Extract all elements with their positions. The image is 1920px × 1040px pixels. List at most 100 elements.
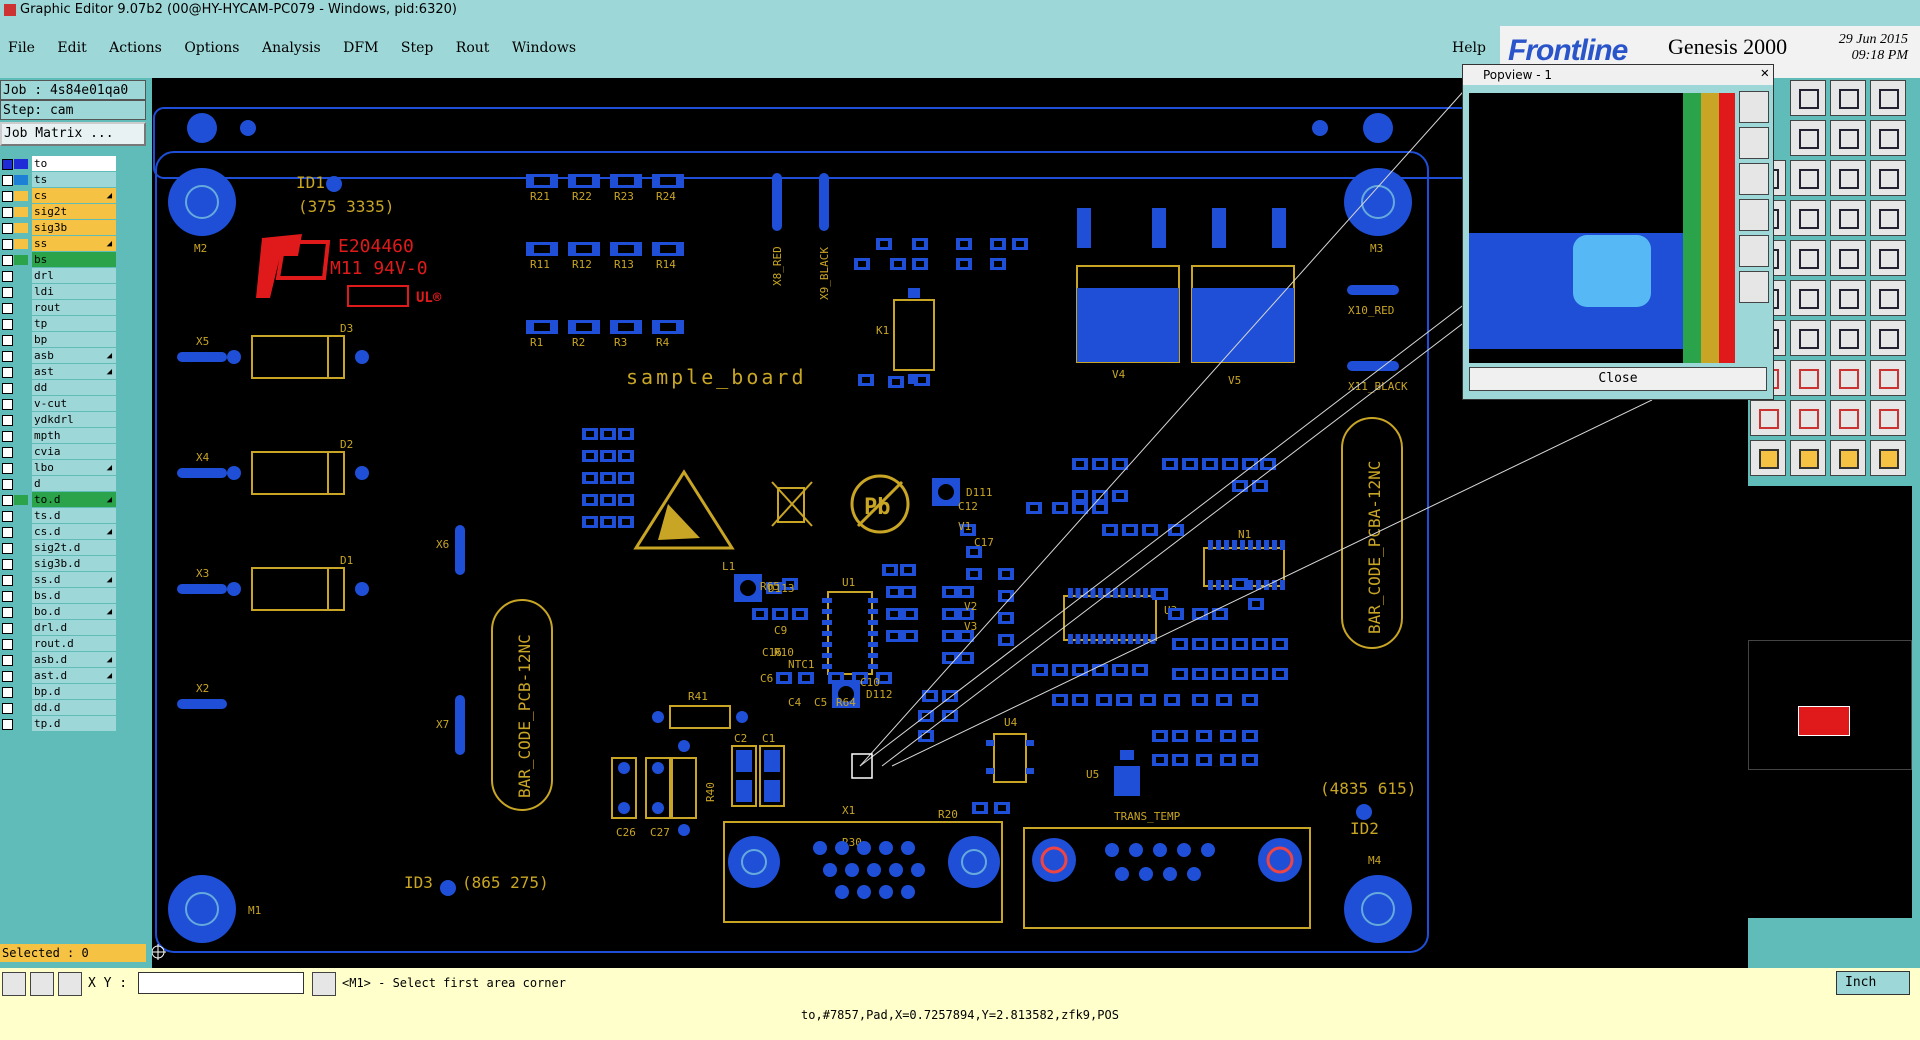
smd-pad[interactable] bbox=[1142, 524, 1158, 536]
smd-pad[interactable] bbox=[1172, 638, 1188, 650]
smd-pad[interactable] bbox=[890, 258, 906, 270]
smd-pad[interactable] bbox=[1272, 668, 1288, 680]
layer-row-tp[interactable]: tp bbox=[0, 316, 118, 332]
tool-button-9-3[interactable] bbox=[1870, 440, 1906, 476]
menu-analysis[interactable]: Analysis bbox=[262, 40, 321, 56]
smd-pad[interactable] bbox=[1112, 490, 1128, 502]
smd-pad[interactable] bbox=[990, 238, 1006, 250]
menu-file[interactable]: File bbox=[8, 40, 35, 56]
menu-windows[interactable]: Windows bbox=[512, 40, 576, 56]
layer-row-sig3b[interactable]: sig3b bbox=[0, 220, 118, 236]
ic-u3[interactable] bbox=[1063, 588, 1157, 644]
smd-pad[interactable] bbox=[1172, 668, 1188, 680]
layer-checkbox[interactable] bbox=[2, 559, 13, 570]
smd-pad[interactable] bbox=[882, 564, 898, 576]
layer-row-d[interactable]: d bbox=[0, 476, 118, 492]
smd-pad[interactable] bbox=[792, 608, 808, 620]
smd-pad[interactable] bbox=[942, 586, 958, 598]
relay-k1[interactable] bbox=[893, 288, 935, 384]
smd-pad[interactable] bbox=[582, 428, 598, 440]
smd-pad[interactable] bbox=[618, 472, 634, 484]
resistor-r24[interactable] bbox=[652, 174, 684, 188]
smd-pad[interactable] bbox=[942, 630, 958, 642]
layer-row-drl-d[interactable]: drl.d bbox=[0, 620, 118, 636]
layer-menu-icon[interactable]: ◢ bbox=[107, 460, 112, 476]
mount-hole-m1[interactable] bbox=[168, 875, 236, 943]
smd-pad[interactable] bbox=[888, 376, 904, 388]
smd-pad[interactable] bbox=[1162, 458, 1178, 470]
layer-menu-icon[interactable]: ◢ bbox=[107, 364, 112, 380]
layer-row-bo-d[interactable]: bo.d ◢ bbox=[0, 604, 118, 620]
popview-tool-2[interactable] bbox=[1739, 163, 1769, 195]
smd-pad[interactable] bbox=[942, 652, 958, 664]
layer-row-ss[interactable]: ss ◢ bbox=[0, 236, 118, 252]
tool-button-2-1[interactable] bbox=[1790, 160, 1826, 196]
connector-x1[interactable] bbox=[723, 821, 1003, 923]
layer-row-asb-d[interactable]: asb.d ◢ bbox=[0, 652, 118, 668]
layer-menu-icon[interactable]: ◢ bbox=[107, 492, 112, 508]
smd-pad[interactable] bbox=[1052, 664, 1068, 676]
smd-pad[interactable] bbox=[1072, 664, 1088, 676]
tool-button-5-3[interactable] bbox=[1870, 280, 1906, 316]
smd-pad[interactable] bbox=[1196, 754, 1212, 766]
smd-pad[interactable] bbox=[942, 690, 958, 702]
layer-row-to-d[interactable]: to.d ◢ bbox=[0, 492, 118, 508]
tool-button-8-3[interactable] bbox=[1870, 400, 1906, 436]
smd-pad[interactable] bbox=[582, 494, 598, 506]
layer-checkbox[interactable] bbox=[2, 719, 13, 730]
layer-row-ss-d[interactable]: ss.d ◢ bbox=[0, 572, 118, 588]
resistor-r22[interactable] bbox=[568, 174, 600, 188]
smd-pad[interactable] bbox=[582, 472, 598, 484]
tool-button-7-2[interactable] bbox=[1830, 360, 1866, 396]
popview-close-button[interactable]: Close bbox=[1469, 367, 1767, 391]
layer-menu-icon[interactable]: ◢ bbox=[107, 524, 112, 540]
smd-pad[interactable] bbox=[902, 630, 918, 642]
resistor-r21[interactable] bbox=[526, 174, 558, 188]
layer-row-sig3b-d[interactable]: sig3b.d bbox=[0, 556, 118, 572]
smd-pad[interactable] bbox=[1032, 664, 1048, 676]
tool-button-6-2[interactable] bbox=[1830, 320, 1866, 356]
mini-map[interactable] bbox=[1748, 486, 1912, 918]
tool-button-7-3[interactable] bbox=[1870, 360, 1906, 396]
smd-pad[interactable] bbox=[1140, 694, 1156, 706]
regulator-v5[interactable] bbox=[1191, 208, 1295, 363]
smd-pad[interactable] bbox=[900, 586, 916, 598]
layer-checkbox[interactable] bbox=[2, 607, 13, 618]
smd-pad[interactable] bbox=[912, 238, 928, 250]
smd-pad[interactable] bbox=[1112, 664, 1128, 676]
smd-pad[interactable] bbox=[1252, 638, 1268, 650]
layer-row-dd[interactable]: dd bbox=[0, 380, 118, 396]
tool-button-8-0[interactable] bbox=[1750, 400, 1786, 436]
smd-pad[interactable] bbox=[902, 608, 918, 620]
smd-pad[interactable] bbox=[956, 238, 972, 250]
layer-menu-icon[interactable]: ◢ bbox=[107, 604, 112, 620]
layer-checkbox[interactable] bbox=[2, 175, 13, 186]
layer-checkbox[interactable] bbox=[2, 159, 13, 170]
cap-c1[interactable] bbox=[759, 745, 785, 807]
smd-pad[interactable] bbox=[1172, 754, 1188, 766]
smd-pad[interactable] bbox=[618, 428, 634, 440]
smd-pad[interactable] bbox=[942, 608, 958, 620]
smd-pad[interactable] bbox=[966, 568, 982, 580]
layer-row-ldi[interactable]: ldi bbox=[0, 284, 118, 300]
tool-button-8-1[interactable] bbox=[1790, 400, 1826, 436]
layer-checkbox[interactable] bbox=[2, 655, 13, 666]
smd-pad[interactable] bbox=[1192, 694, 1208, 706]
smd-pad[interactable] bbox=[956, 258, 972, 270]
layer-checkbox[interactable] bbox=[2, 239, 13, 250]
layer-checkbox[interactable] bbox=[2, 271, 13, 282]
regulator-v4[interactable] bbox=[1076, 208, 1180, 363]
layer-row-ast-d[interactable]: ast.d ◢ bbox=[0, 668, 118, 684]
smd-pad[interactable] bbox=[994, 802, 1010, 814]
layer-checkbox[interactable] bbox=[2, 207, 13, 218]
layer-checkbox[interactable] bbox=[2, 319, 13, 330]
resistor-r14[interactable] bbox=[652, 242, 684, 256]
resistor-r23[interactable] bbox=[610, 174, 642, 188]
tool-button-9-2[interactable] bbox=[1830, 440, 1866, 476]
ic-u4[interactable] bbox=[986, 733, 1034, 783]
layer-checkbox[interactable] bbox=[2, 671, 13, 682]
layer-checkbox[interactable] bbox=[2, 591, 13, 602]
layer-menu-icon[interactable]: ◢ bbox=[107, 236, 112, 252]
cap-c26[interactable] bbox=[611, 757, 637, 819]
layer-checkbox[interactable] bbox=[2, 287, 13, 298]
